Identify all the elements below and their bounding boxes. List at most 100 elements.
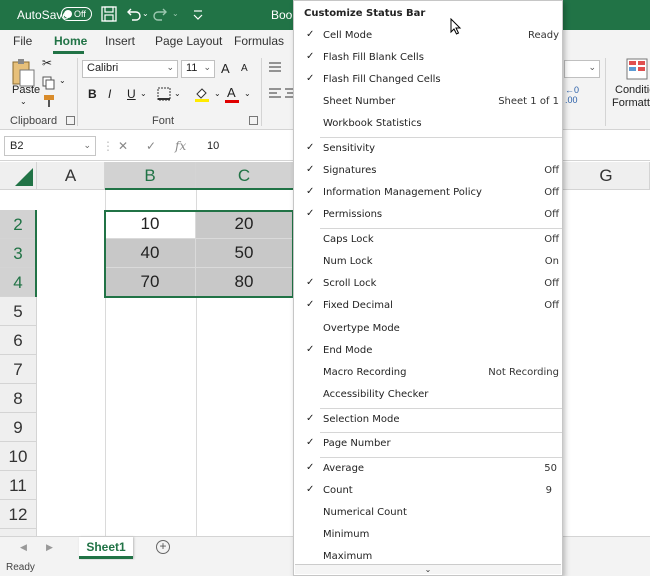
menu-title: Customize Status Bar [304, 8, 426, 19]
format-painter-icon[interactable] [42, 94, 56, 108]
row-header-7[interactable]: 7 [0, 355, 37, 384]
paste-dropdown-icon[interactable]: ⌄ [20, 97, 27, 106]
enter-icon[interactable]: ✓ [146, 139, 156, 153]
copy-icon[interactable] [42, 76, 56, 90]
select-all-button[interactable] [0, 162, 37, 190]
insert-function-icon[interactable]: fx [175, 139, 186, 153]
menu-item-accessibility-checker[interactable]: Accessibility Checker [294, 385, 562, 407]
menu-item-fixed-decimal[interactable]: ✓ Fixed Decimal Off [294, 296, 562, 318]
font-size-select[interactable]: 11 ⌄ [181, 60, 215, 78]
cut-icon[interactable]: ✂ [42, 56, 52, 70]
menu-item-signatures[interactable]: ✓ Signatures Off [294, 161, 562, 183]
row-header-10[interactable]: 10 [0, 442, 37, 471]
row-header-12[interactable]: 12 [0, 500, 37, 529]
conditional-formatting-label-2[interactable]: Formattin [612, 97, 650, 109]
tab-file[interactable]: File [13, 34, 32, 48]
row-header-2[interactable]: 2 [0, 210, 37, 239]
column-header-c[interactable]: C [196, 162, 293, 190]
copy-dropdown-icon[interactable]: ⌄ [59, 76, 66, 85]
paste-label[interactable]: Paste [12, 84, 40, 96]
number-format-select[interactable]: ⌄ [564, 60, 600, 78]
save-icon[interactable] [100, 5, 118, 23]
tab-insert[interactable]: Insert [105, 34, 135, 48]
menu-item-average[interactable]: ✓ Average 50 [294, 459, 562, 481]
redo-dropdown-icon[interactable]: ⌄ [172, 9, 179, 18]
menu-item-numerical-count[interactable]: Numerical Count [294, 503, 562, 525]
cell-b2[interactable]: 10 [105, 210, 196, 239]
customize-qat-icon[interactable] [189, 5, 207, 23]
bold-button[interactable]: B [88, 87, 97, 101]
menu-item-caps-lock[interactable]: Caps Lock Off [294, 230, 562, 252]
formula-bar-splitter-icon[interactable]: ⋮ [102, 139, 114, 153]
cell-b3[interactable]: 40 [105, 239, 196, 268]
underline-dropdown-icon[interactable]: ⌄ [140, 89, 147, 98]
underline-button[interactable]: U [127, 87, 136, 101]
cell-c2[interactable]: 20 [196, 210, 293, 239]
autosave-toggle[interactable]: Off [61, 7, 92, 21]
row-header-8[interactable]: 8 [0, 384, 37, 413]
fill-color-icon[interactable] [194, 86, 210, 102]
redo-icon[interactable] [152, 5, 170, 23]
formula-input[interactable]: 10 [207, 140, 219, 152]
tab-home[interactable]: Home [54, 34, 87, 48]
borders-dropdown-icon[interactable]: ⌄ [174, 89, 181, 98]
increase-decimal-icon[interactable]: ←0.00 [565, 85, 579, 105]
cancel-icon[interactable]: ✕ [118, 139, 128, 153]
menu-scroll-down-button[interactable]: ⌄ [295, 564, 561, 574]
row-header-13[interactable]: 13 [0, 529, 37, 536]
menu-item-num-lock[interactable]: Num Lock On [294, 252, 562, 274]
menu-item-selection-mode[interactable]: ✓ Selection Mode [294, 410, 562, 432]
font-color-button[interactable]: A [227, 85, 236, 100]
column-header-g[interactable]: G [563, 162, 650, 190]
row-header-6[interactable]: 6 [0, 326, 37, 355]
conditional-formatting-icon[interactable] [626, 58, 648, 80]
undo-icon[interactable] [124, 5, 142, 23]
font-launcher-icon[interactable] [249, 116, 258, 125]
row-header-4[interactable]: 4 [0, 268, 37, 297]
italic-button[interactable]: I [108, 87, 111, 101]
menu-item-scroll-lock[interactable]: ✓ Scroll Lock Off [294, 274, 562, 296]
menu-item-overtype-mode[interactable]: Overtype Mode [294, 319, 562, 341]
cell-c4[interactable]: 80 [196, 268, 293, 297]
next-sheet-icon[interactable]: ▶ [46, 542, 53, 553]
menu-item-sensitivity[interactable]: ✓ Sensitivity [294, 139, 562, 161]
tab-page-layout[interactable]: Page Layout [155, 34, 222, 48]
sheet-tab-sheet1[interactable]: Sheet1 [79, 537, 133, 559]
cell-c3[interactable]: 50 [196, 239, 293, 268]
tab-formulas[interactable]: Formulas [234, 34, 284, 48]
menu-item-minimum[interactable]: Minimum [294, 525, 562, 547]
row-header-11[interactable]: 11 [0, 471, 37, 500]
prev-sheet-icon[interactable]: ◀ [20, 542, 27, 553]
menu-item-permissions[interactable]: ✓ Permissions Off [294, 205, 562, 227]
row-header-5[interactable]: 5 [0, 297, 37, 326]
undo-dropdown-icon[interactable]: ⌄ [142, 9, 149, 18]
grow-font-button[interactable]: A [221, 61, 230, 76]
column-header-b[interactable]: B [105, 162, 196, 190]
borders-icon[interactable] [157, 87, 171, 101]
clipboard-launcher-icon[interactable] [66, 116, 75, 125]
menu-item-count[interactable]: ✓ Count 9 [294, 481, 562, 503]
menu-item-workbook-statistics[interactable]: Workbook Statistics [294, 114, 562, 136]
menu-item-flash-fill-blank[interactable]: ✓ Flash Fill Blank Cells [294, 48, 562, 70]
conditional-formatting-label[interactable]: Condition [615, 84, 650, 96]
fill-color-dropdown-icon[interactable]: ⌄ [214, 89, 221, 98]
row-header-9[interactable]: 9 [0, 413, 37, 442]
font-color-dropdown-icon[interactable]: ⌄ [244, 89, 251, 98]
align-top-icon[interactable] [268, 60, 282, 74]
row-header-3[interactable]: 3 [0, 239, 37, 268]
menu-item-macro-recording[interactable]: Macro Recording Not Recording [294, 363, 562, 385]
column-header-a[interactable]: A [37, 162, 105, 190]
menu-item-information-management-policy[interactable]: ✓ Information Management Policy Off [294, 183, 562, 205]
menu-item-flash-fill-changed[interactable]: ✓ Flash Fill Changed Cells [294, 70, 562, 92]
cell-b4[interactable]: 70 [105, 268, 196, 297]
menu-item-label: End Mode [323, 345, 373, 356]
menu-item-end-mode[interactable]: ✓ End Mode [294, 341, 562, 363]
menu-item-cell-mode[interactable]: ✓ Cell Mode Ready [294, 26, 562, 48]
name-box[interactable]: B2 ⌄ [4, 136, 96, 156]
align-left-icon[interactable] [268, 86, 282, 100]
add-sheet-icon[interactable]: + [156, 540, 170, 554]
font-name-select[interactable]: Calibri ⌄ [82, 60, 178, 78]
menu-item-page-number[interactable]: ✓ Page Number [294, 434, 562, 456]
menu-item-sheet-number[interactable]: Sheet Number Sheet 1 of 1 [294, 92, 562, 114]
shrink-font-button[interactable]: A [241, 63, 248, 74]
